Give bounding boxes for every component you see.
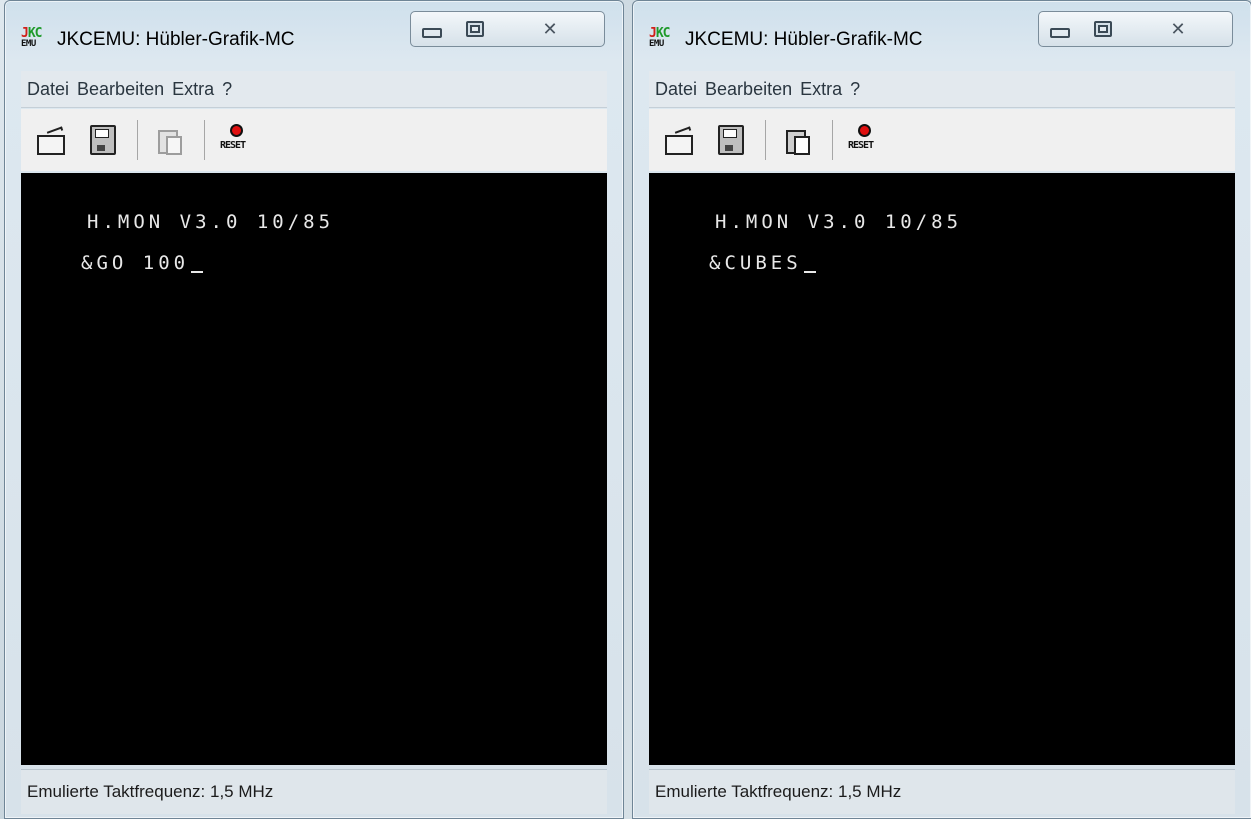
status-bar: Emulierte Taktfrequenz: 1,5 MHz xyxy=(21,769,607,814)
minimize-button[interactable] xyxy=(1038,11,1082,47)
close-button[interactable]: ✕ xyxy=(1124,11,1233,47)
toolbar: RESET xyxy=(649,109,1235,171)
maximize-button[interactable] xyxy=(453,11,497,47)
paste-button[interactable] xyxy=(150,120,190,160)
close-button[interactable]: ✕ xyxy=(496,11,605,47)
emulator-screen[interactable]: H.MON V3.0 10/85 &GO 100 xyxy=(21,173,607,765)
menu-help[interactable]: ? xyxy=(222,79,238,100)
paste-button[interactable] xyxy=(778,120,818,160)
emulator-window-left: JKC EMU JKCEMU: Hübler-Grafik-MC ✕ Datei… xyxy=(4,0,624,819)
menu-extra[interactable]: Extra xyxy=(800,79,848,100)
menu-bearbeiten[interactable]: Bearbeiten xyxy=(77,79,170,100)
menu-bearbeiten[interactable]: Bearbeiten xyxy=(705,79,798,100)
minimize-icon xyxy=(1050,28,1070,38)
jkcemu-app-icon: JKC EMU xyxy=(649,26,670,49)
save-button[interactable] xyxy=(711,120,751,160)
title-bar[interactable]: JKC EMU JKCEMU: Hübler-Grafik-MC ✕ xyxy=(5,1,623,67)
reset-icon: RESET xyxy=(220,124,254,156)
menu-datei[interactable]: Datei xyxy=(655,79,703,100)
emulator-screen[interactable]: H.MON V3.0 10/85 &CUBES xyxy=(649,173,1235,765)
menu-bar: Datei Bearbeiten Extra ? xyxy=(21,71,607,108)
window-title: JKCEMU: Hübler-Grafik-MC xyxy=(685,29,923,50)
open-folder-icon xyxy=(665,129,693,155)
reset-button[interactable]: RESET xyxy=(845,120,885,160)
toolbar: RESET xyxy=(21,109,607,171)
status-bar: Emulierte Taktfrequenz: 1,5 MHz xyxy=(649,769,1235,814)
maximize-icon xyxy=(1093,21,1112,37)
minimize-icon xyxy=(422,28,442,38)
text-cursor xyxy=(803,251,816,273)
menu-extra[interactable]: Extra xyxy=(172,79,220,100)
save-button[interactable] xyxy=(83,120,123,160)
save-disk-icon xyxy=(718,125,744,155)
paste-icon xyxy=(158,127,182,155)
minimize-button[interactable] xyxy=(410,11,454,47)
paste-icon xyxy=(786,127,810,155)
open-button[interactable] xyxy=(659,120,699,160)
maximize-icon xyxy=(465,21,484,37)
toolbar-separator xyxy=(832,120,833,160)
toolbar-separator xyxy=(204,120,205,160)
window-title: JKCEMU: Hübler-Grafik-MC xyxy=(57,29,295,50)
toolbar-separator xyxy=(137,120,138,160)
maximize-button[interactable] xyxy=(1081,11,1125,47)
screen-line-2: &CUBES xyxy=(709,251,816,274)
screen-line-2: &GO 100 xyxy=(81,251,204,274)
menu-bar: Datei Bearbeiten Extra ? xyxy=(649,71,1235,108)
save-disk-icon xyxy=(90,125,116,155)
toolbar-separator xyxy=(765,120,766,160)
reset-button[interactable]: RESET xyxy=(217,120,257,160)
text-cursor xyxy=(191,251,204,273)
menu-help[interactable]: ? xyxy=(850,79,866,100)
menu-datei[interactable]: Datei xyxy=(27,79,75,100)
close-icon: ✕ xyxy=(542,18,558,40)
jkcemu-app-icon: JKC EMU xyxy=(21,26,42,49)
close-icon: ✕ xyxy=(1170,18,1186,40)
screen-line-1: H.MON V3.0 10/85 xyxy=(715,211,963,233)
screen-line-1: H.MON V3.0 10/85 xyxy=(87,211,335,233)
reset-icon: RESET xyxy=(848,124,882,156)
emulator-window-right: JKC EMU JKCEMU: Hübler-Grafik-MC ✕ Datei… xyxy=(632,0,1251,819)
title-bar[interactable]: JKC EMU JKCEMU: Hübler-Grafik-MC ✕ xyxy=(633,1,1251,67)
open-button[interactable] xyxy=(31,120,71,160)
open-folder-icon xyxy=(37,129,65,155)
